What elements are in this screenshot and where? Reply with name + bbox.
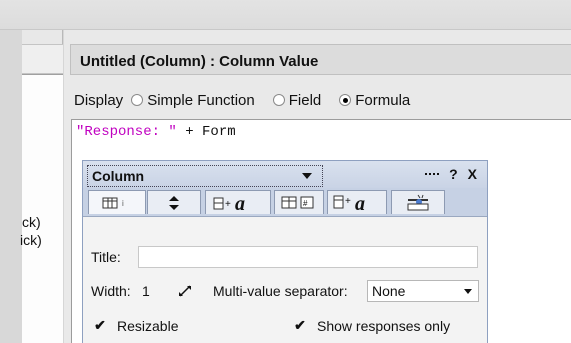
advanced-icon bbox=[407, 194, 429, 210]
left-pane-item[interactable]: ick) bbox=[20, 232, 42, 248]
separator-select-value: None bbox=[372, 283, 406, 299]
svg-text:+: + bbox=[225, 199, 231, 210]
left-pane: ck) ick) bbox=[20, 30, 63, 343]
left-pane-list: ck) ick) bbox=[20, 74, 63, 343]
width-spinner-icon[interactable] bbox=[178, 284, 194, 298]
sort-icon bbox=[169, 195, 179, 210]
tab-column-font[interactable]: + a bbox=[205, 190, 271, 214]
resizable-label: Resizable bbox=[117, 317, 179, 334]
width-input[interactable]: 1 bbox=[142, 283, 150, 299]
header-tools: ? X bbox=[425, 166, 477, 182]
svg-text:+: + bbox=[345, 196, 351, 207]
separator-select[interactable]: None bbox=[367, 280, 479, 302]
title-label: Title: bbox=[91, 249, 121, 265]
left-pane-header bbox=[22, 44, 63, 74]
column-font-icon: + a bbox=[213, 193, 245, 213]
object-selector-dropdown[interactable]: Column bbox=[87, 165, 323, 187]
left-margin bbox=[0, 30, 22, 343]
properties-box: Column ? X i + a # + a Title: Width: 1 M… bbox=[82, 160, 488, 343]
simple-function-radio[interactable] bbox=[131, 94, 144, 106]
properties-body: Title: Width: 1 Multi-value separator: N… bbox=[83, 216, 487, 343]
field-radio[interactable] bbox=[272, 94, 285, 106]
chevron-down-icon bbox=[464, 289, 472, 294]
svg-text:#: # bbox=[303, 199, 308, 208]
close-icon[interactable]: X bbox=[468, 166, 477, 182]
column-info-icon: i bbox=[102, 197, 124, 208]
display-options-row: Display Simple Function Field Formula bbox=[74, 88, 410, 112]
svg-text:a: a bbox=[355, 193, 365, 213]
field-label[interactable]: Field bbox=[289, 92, 322, 109]
formula-string-literal: "Response: " bbox=[76, 124, 177, 140]
tab-column-info[interactable]: i bbox=[88, 190, 146, 214]
properties-tabstrip: i + a # + a bbox=[83, 188, 487, 216]
resizable-checkbox[interactable]: ✔ Resizable bbox=[93, 317, 178, 334]
simple-function-label[interactable]: Simple Function bbox=[147, 92, 255, 109]
panel-title: Untitled (Column) : Column Value bbox=[70, 44, 571, 75]
object-selector-value: Column bbox=[92, 168, 145, 184]
window-top-bar bbox=[0, 0, 571, 30]
properties-box-header: Column ? X bbox=[83, 161, 487, 188]
left-pane-item[interactable]: ck) bbox=[22, 214, 41, 230]
display-label: Display bbox=[74, 91, 124, 109]
tab-title-font[interactable]: + a bbox=[327, 190, 387, 214]
svg-text:i: i bbox=[122, 199, 124, 208]
checkmark-icon: ✔ bbox=[94, 317, 106, 333]
title-input[interactable] bbox=[138, 246, 478, 268]
tab-sort[interactable] bbox=[147, 190, 201, 214]
tab-column-format[interactable]: # bbox=[274, 190, 324, 214]
formula-expression: + Form bbox=[176, 124, 236, 140]
checkmark-icon: ✔ bbox=[294, 317, 306, 333]
formula-radio[interactable] bbox=[339, 94, 352, 106]
formula-text[interactable]: "Response: " + Form bbox=[76, 124, 236, 140]
show-responses-label: Show responses only bbox=[317, 317, 451, 334]
formula-label[interactable]: Formula bbox=[355, 92, 410, 109]
help-icon[interactable]: ? bbox=[449, 166, 458, 182]
collapse-icon[interactable] bbox=[425, 173, 440, 177]
chevron-down-icon bbox=[302, 173, 312, 179]
show-responses-checkbox[interactable]: ✔ Show responses only bbox=[293, 317, 450, 334]
tab-advanced[interactable] bbox=[391, 190, 445, 214]
title-font-icon: + a bbox=[333, 193, 365, 213]
width-label: Width: bbox=[91, 283, 131, 299]
svg-text:a: a bbox=[235, 193, 245, 213]
column-format-icon: # bbox=[281, 196, 314, 208]
separator-label: Multi-value separator: bbox=[213, 283, 348, 299]
